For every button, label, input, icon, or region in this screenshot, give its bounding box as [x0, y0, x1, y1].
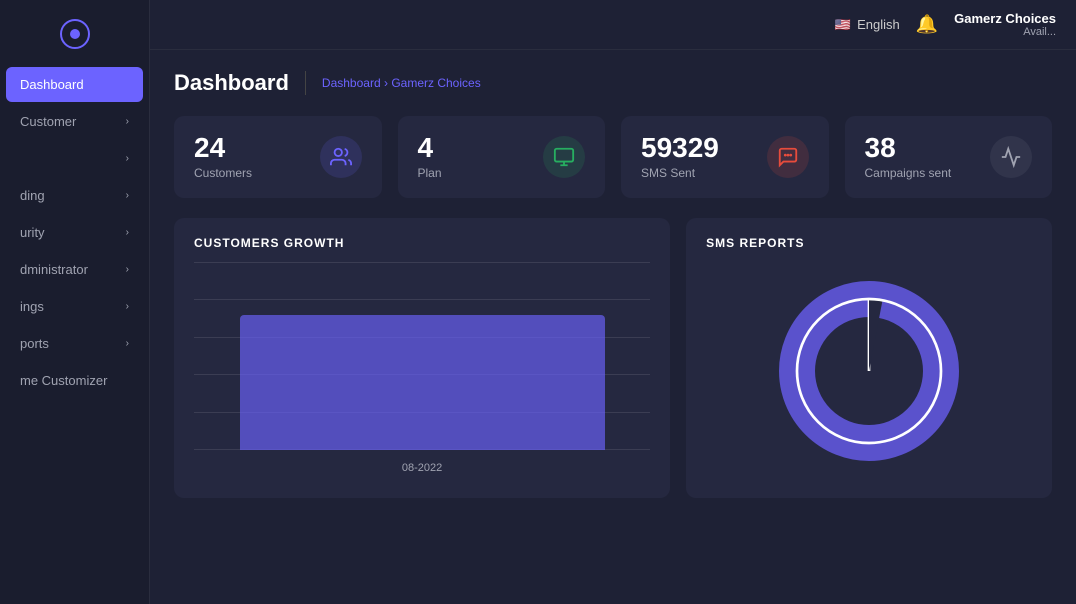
stat-card-plan: 4 Plan: [398, 116, 606, 198]
stat-label-customers: Customers: [194, 166, 252, 180]
sidebar-item-reports[interactable]: ports ›: [6, 326, 143, 361]
sidebar: Dashboard Customer › › ding › urity › dm…: [0, 0, 150, 604]
sidebar-item-customer[interactable]: Customer ›: [6, 104, 143, 139]
stat-number-plan: 4: [418, 134, 442, 162]
sidebar-item-billing[interactable]: ding ›: [6, 178, 143, 213]
sidebar-item-label: ings: [20, 299, 44, 314]
stat-number-sms: 59329: [641, 134, 719, 162]
stat-label-campaigns: Campaigns sent: [865, 166, 952, 180]
breadcrumb-current: Gamerz Choices: [391, 76, 480, 90]
growth-chart-area: 08-2022: [194, 262, 650, 480]
chevron-right-icon: ›: [126, 264, 129, 275]
stat-info-sms: 59329 SMS Sent: [641, 134, 719, 180]
sidebar-item-dashboard[interactable]: Dashboard: [6, 67, 143, 102]
sidebar-item-label: dministrator: [20, 262, 88, 277]
sidebar-item-label: [20, 151, 24, 166]
language-selector[interactable]: 🇺🇸 English: [835, 17, 900, 33]
sidebar-item-theme-customizer[interactable]: me Customizer: [6, 363, 143, 398]
flag-icon: 🇺🇸: [835, 17, 851, 33]
chevron-right-icon: ›: [126, 338, 129, 349]
chevron-right-icon: ›: [126, 227, 129, 238]
breadcrumb: Dashboard › Gamerz Choices: [322, 76, 481, 90]
user-status: Avail...: [1023, 26, 1056, 38]
chevron-right-icon: ›: [126, 116, 129, 127]
bar-chart: 08-2022: [194, 262, 650, 480]
chevron-right-icon: ›: [126, 301, 129, 312]
breadcrumb-home[interactable]: Dashboard: [322, 76, 381, 90]
breadcrumb-divider: [305, 71, 306, 95]
sidebar-item-administrator[interactable]: dministrator ›: [6, 252, 143, 287]
stat-card-sms: 59329 SMS Sent: [621, 116, 829, 198]
stat-info-plan: 4 Plan: [418, 134, 442, 180]
sms-chart-title: SMS REPORTS: [706, 236, 1032, 250]
page-header: Dashboard Dashboard › Gamerz Choices: [174, 70, 1052, 96]
stat-card-campaigns: 38 Campaigns sent: [845, 116, 1053, 198]
sidebar-logo: [0, 8, 149, 66]
sidebar-item-2[interactable]: ›: [6, 141, 143, 176]
user-profile[interactable]: Gamerz Choices Avail...: [954, 11, 1056, 38]
user-name: Gamerz Choices: [954, 11, 1056, 26]
sidebar-item-label: ports: [20, 336, 49, 351]
plan-icon: [543, 136, 585, 178]
stat-label-plan: Plan: [418, 166, 442, 180]
customers-growth-chart: CUSTOMERS GROWTH: [174, 218, 670, 498]
stat-label-sms: SMS Sent: [641, 166, 719, 180]
sidebar-item-settings[interactable]: ings ›: [6, 289, 143, 324]
main-content: 🇺🇸 English 🔔 Gamerz Choices Avail... Das…: [150, 0, 1076, 604]
campaigns-icon: [990, 136, 1032, 178]
sidebar-item-label: Dashboard: [20, 77, 84, 92]
growth-bar: [240, 315, 605, 450]
stat-number-customers: 24: [194, 134, 252, 162]
customers-icon: [320, 136, 362, 178]
sidebar-item-label: me Customizer: [20, 373, 107, 388]
sidebar-item-label: urity: [20, 225, 45, 240]
stat-info-campaigns: 38 Campaigns sent: [865, 134, 952, 180]
notification-bell-icon[interactable]: 🔔: [916, 14, 938, 35]
stats-row: 24 Customers 4 Plan: [174, 116, 1052, 198]
stat-info-customers: 24 Customers: [194, 134, 252, 180]
sidebar-item-label: ding: [20, 188, 45, 203]
stat-number-campaigns: 38: [865, 134, 952, 162]
bar-container: [240, 262, 605, 450]
page-content: Dashboard Dashboard › Gamerz Choices 24 …: [150, 50, 1076, 604]
growth-chart-title: CUSTOMERS GROWTH: [194, 236, 650, 250]
chevron-right-icon: ›: [126, 153, 129, 164]
chevron-right-icon: ›: [126, 190, 129, 201]
sms-icon: [767, 136, 809, 178]
bar-x-label: 08-2022: [194, 462, 650, 474]
sidebar-item-security[interactable]: urity ›: [6, 215, 143, 250]
sidebar-item-label: Customer: [20, 114, 76, 129]
sms-reports-chart: SMS REPORTS: [686, 218, 1052, 498]
stat-card-customers: 24 Customers: [174, 116, 382, 198]
page-title: Dashboard: [174, 70, 289, 96]
language-label: English: [857, 17, 900, 32]
pie-chart-svg: [779, 281, 959, 461]
charts-row: CUSTOMERS GROWTH: [174, 218, 1052, 498]
pie-chart-container: [706, 262, 1032, 480]
header: 🇺🇸 English 🔔 Gamerz Choices Avail...: [150, 0, 1076, 50]
